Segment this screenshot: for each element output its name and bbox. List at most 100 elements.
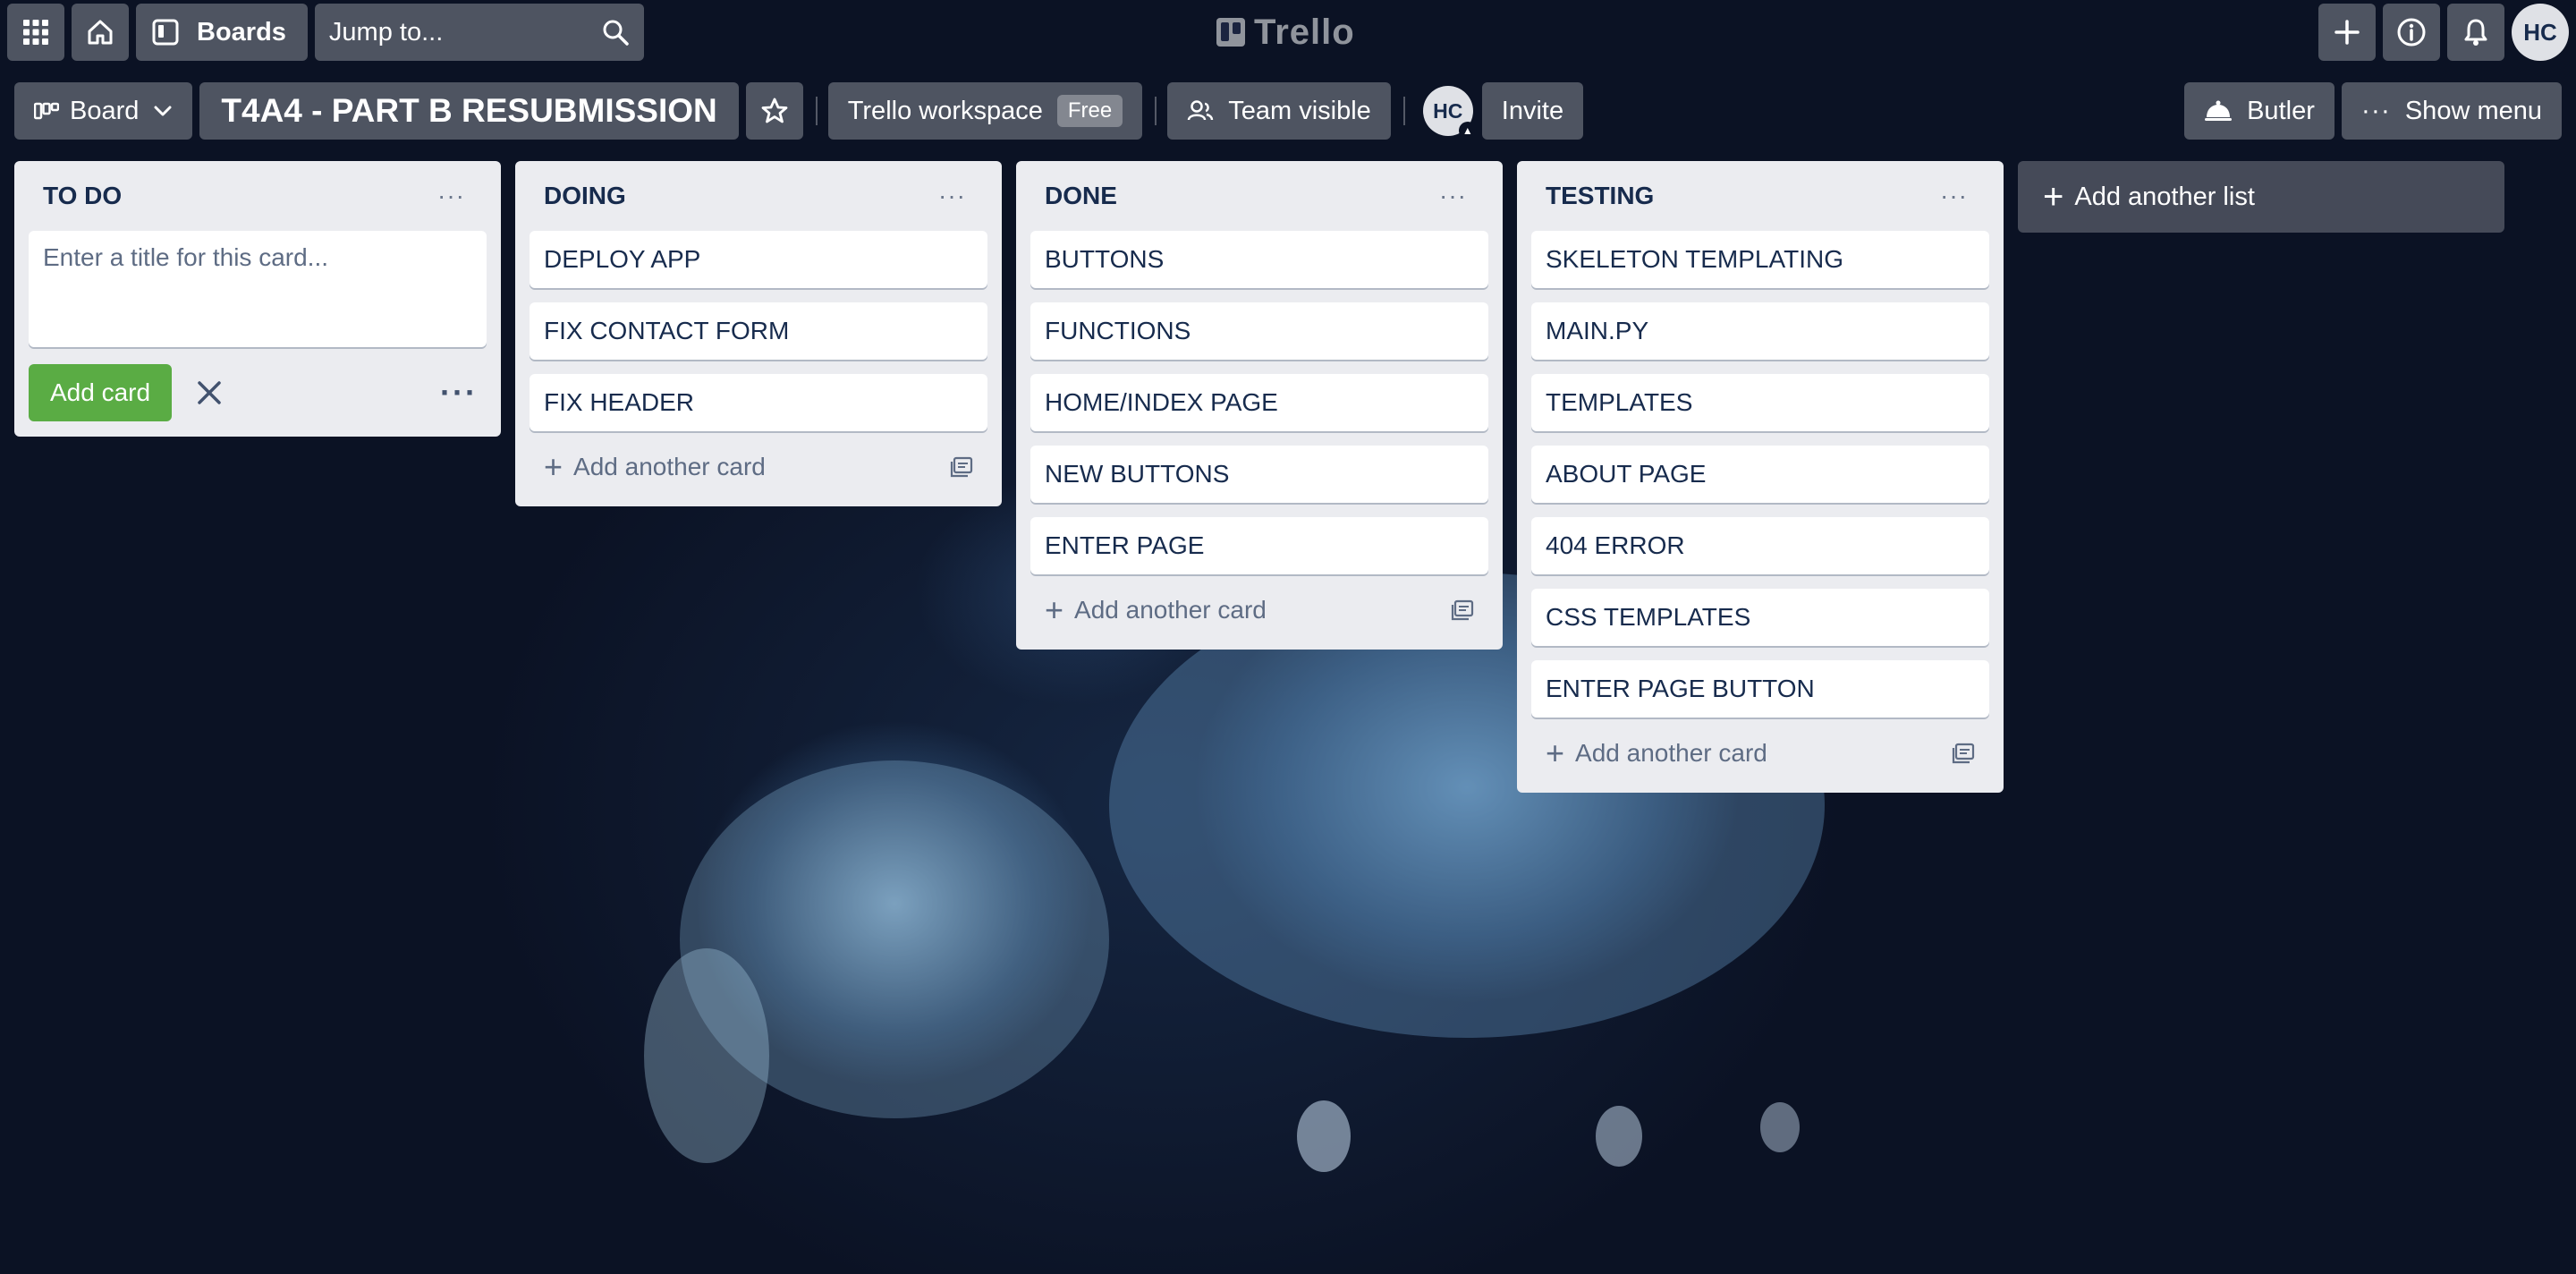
card[interactable]: FIX CONTACT FORM [530, 302, 987, 360]
boards-label: Boards [197, 17, 286, 47]
trello-logo[interactable]: Trello [1216, 7, 1355, 57]
card[interactable]: 404 ERROR [1531, 517, 1989, 574]
list-title[interactable]: DOING [544, 182, 626, 210]
jump-to-input[interactable] [328, 17, 580, 47]
card[interactable]: FUNCTIONS [1030, 302, 1488, 360]
card[interactable]: ENTER PAGE [1030, 517, 1488, 574]
board-view-icon [34, 102, 59, 120]
card-composer: Add card ··· [29, 231, 487, 421]
list-menu-button[interactable]: ··· [1933, 178, 1975, 214]
plus-icon: + [1045, 591, 1064, 628]
card-title-input[interactable] [29, 231, 487, 347]
card-template-icon[interactable] [1952, 743, 1975, 764]
butler-button[interactable]: Butler [2184, 82, 2334, 140]
board-view-label: Board [70, 96, 140, 125]
close-icon [198, 381, 221, 404]
cancel-composer-button[interactable] [184, 368, 234, 418]
card[interactable]: NEW BUTTONS [1030, 446, 1488, 503]
bell-icon [2464, 19, 2487, 46]
header-divider [815, 97, 818, 125]
logo-text: Trello [1254, 12, 1355, 52]
add-card-label: Add another card [1575, 739, 1767, 767]
plus-icon: + [1546, 735, 1565, 771]
list-header: DOING ··· [530, 161, 987, 231]
list-done: DONE ··· BUTTONS FUNCTIONS HOME/INDEX PA… [1016, 161, 1503, 650]
admin-crown-icon: ▲ [1458, 122, 1477, 140]
apps-switcher-button[interactable] [7, 4, 64, 61]
header-divider [1402, 97, 1405, 125]
butler-label: Butler [2247, 96, 2315, 125]
card[interactable]: MAIN.PY [1531, 302, 1989, 360]
add-another-card-button[interactable]: + Add another card [1531, 728, 1989, 778]
card[interactable]: CSS TEMPLATES [1531, 589, 1989, 646]
show-menu-button[interactable]: ··· Show menu [2341, 82, 2562, 140]
card[interactable]: ENTER PAGE BUTTON [1531, 660, 1989, 718]
invite-button[interactable]: Invite [1481, 82, 1584, 140]
home-icon [88, 20, 113, 45]
invite-label: Invite [1501, 96, 1564, 125]
card[interactable]: TEMPLATES [1531, 374, 1989, 431]
plus-icon: + [544, 448, 564, 485]
list-header: DONE ··· [1030, 161, 1488, 231]
workspace-plan-badge: Free [1056, 95, 1123, 127]
card[interactable]: ABOUT PAGE [1531, 446, 1989, 503]
list-menu-button[interactable]: ··· [1432, 178, 1474, 214]
add-list-label: Add another list [2074, 182, 2255, 211]
boards-button[interactable]: Boards [136, 4, 308, 61]
list-title[interactable]: TO DO [43, 182, 122, 210]
add-another-list-button[interactable]: + Add another list [2018, 161, 2504, 233]
list-menu-button[interactable]: ··· [430, 178, 472, 214]
card[interactable]: BUTTONS [1030, 231, 1488, 288]
add-card-label: Add another card [573, 453, 766, 480]
list-header: TESTING ··· [1531, 161, 1989, 231]
list-header: TO DO ··· [29, 161, 487, 231]
jump-to-search[interactable] [314, 4, 644, 61]
add-card-label: Add another card [1074, 596, 1267, 624]
add-another-card-button[interactable]: + Add another card [530, 442, 987, 492]
board-view-switcher[interactable]: Board [14, 82, 193, 140]
more-icon: ··· [2360, 96, 2391, 125]
list-to-do: TO DO ··· Add card ··· [14, 161, 501, 437]
add-another-card-button[interactable]: + Add another card [1030, 585, 1488, 635]
board-header: Board T4A4 - PART B RESUBMISSION Trello … [14, 82, 2562, 140]
notifications-button[interactable] [2447, 4, 2504, 61]
member-initials: HC [1433, 98, 1463, 123]
board-title[interactable]: T4A4 - PART B RESUBMISSION [199, 82, 739, 140]
board-member-avatar[interactable]: HC ▲ [1422, 86, 1477, 140]
plus-icon: + [2043, 177, 2064, 217]
list-doing: DOING ··· DEPLOY APP FIX CONTACT FORM FI… [515, 161, 1002, 506]
card[interactable]: HOME/INDEX PAGE [1030, 374, 1488, 431]
card[interactable]: FIX HEADER [530, 374, 987, 431]
plus-icon [2334, 20, 2360, 45]
list-testing: TESTING ··· SKELETON TEMPLATING MAIN.PY … [1517, 161, 2004, 793]
team-icon [1187, 100, 1214, 121]
workspace-label: Trello workspace [847, 96, 1043, 125]
search-icon[interactable] [601, 18, 630, 47]
grid-icon [23, 20, 48, 45]
visibility-button[interactable]: Team visible [1167, 82, 1391, 140]
chevron-down-icon [154, 106, 172, 116]
user-avatar[interactable]: HC [2512, 4, 2569, 61]
boards-icon [152, 19, 179, 46]
list-title[interactable]: DONE [1045, 182, 1117, 210]
workspace-button[interactable]: Trello workspace Free [827, 82, 1143, 140]
add-card-button[interactable]: Add card [29, 364, 173, 421]
card-template-icon[interactable] [1451, 599, 1474, 621]
star-icon [761, 98, 788, 123]
card-template-icon[interactable] [950, 456, 973, 478]
trello-logo-icon [1216, 18, 1245, 47]
home-button[interactable] [72, 4, 129, 61]
card[interactable]: SKELETON TEMPLATING [1531, 231, 1989, 288]
composer-controls: Add card ··· [29, 364, 487, 421]
info-button[interactable] [2383, 4, 2440, 61]
list-title[interactable]: TESTING [1546, 182, 1654, 210]
visibility-label: Team visible [1228, 96, 1371, 125]
info-icon [2397, 18, 2426, 47]
top-navigation-bar: Boards Trello [0, 0, 2576, 64]
composer-options-button[interactable]: ··· [440, 374, 478, 412]
butler-bell-icon [2205, 100, 2233, 121]
create-button[interactable] [2318, 4, 2376, 61]
list-menu-button[interactable]: ··· [931, 178, 973, 214]
star-board-button[interactable] [745, 82, 803, 140]
card[interactable]: DEPLOY APP [530, 231, 987, 288]
